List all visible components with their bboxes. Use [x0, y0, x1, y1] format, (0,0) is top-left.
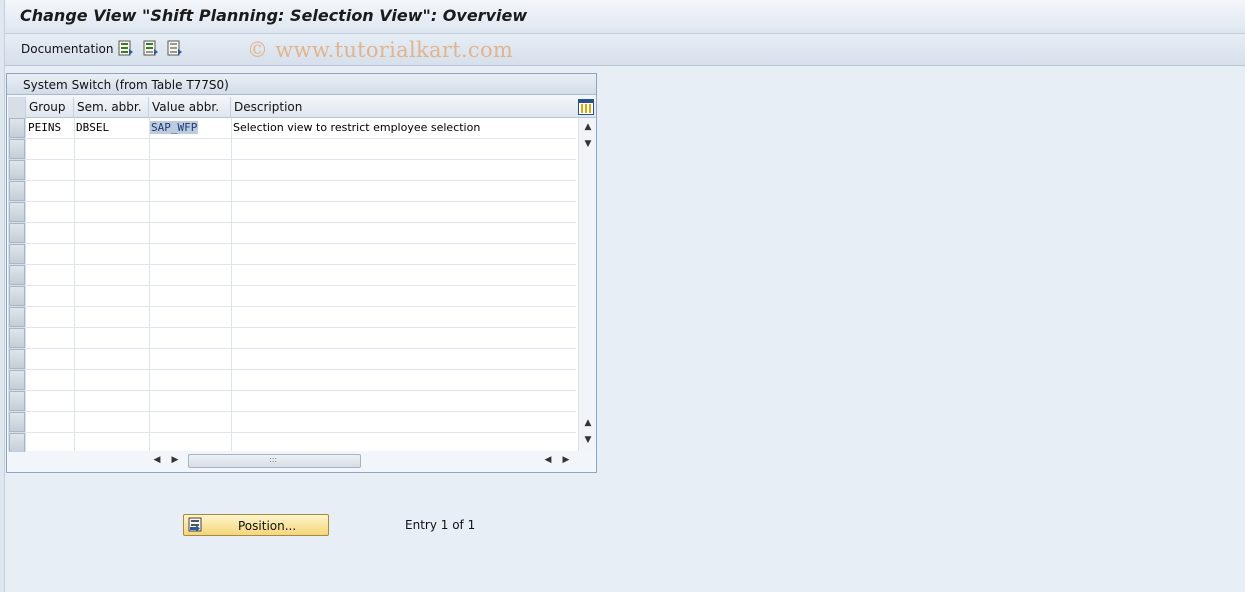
table-row [26, 391, 576, 412]
column-header-group[interactable]: Group [26, 97, 74, 118]
horizontal-scroll-thumb[interactable]: ::: [188, 454, 361, 468]
scroll-left-end-icon[interactable]: ◀ [543, 455, 553, 465]
table-control-panel: System Switch (from Table T77S0) Group S… [6, 73, 597, 473]
table-row [26, 160, 576, 181]
sap-window: Change View "Shift Planning: Selection V… [4, 0, 1245, 592]
column-header-value-abbr[interactable]: Value abbr. [149, 97, 231, 118]
select-block-icon[interactable] [143, 40, 159, 57]
table-row [26, 349, 576, 370]
row-selector[interactable] [9, 160, 25, 180]
row-selector[interactable] [9, 328, 25, 348]
scroll-up-icon[interactable]: ▲ [583, 122, 593, 132]
cell-group[interactable]: PEINS [26, 118, 74, 138]
row-selector[interactable] [9, 370, 25, 390]
select-all-rows-cell[interactable] [8, 97, 26, 118]
table-row: PEINS DBSEL SAP_WFP Selection view to restr… [26, 118, 576, 139]
page-title: Change View "Shift Planning: Selection V… [20, 6, 528, 25]
vertical-scrollbar[interactable]: ▲ ▼ ▲ ▼ [578, 118, 596, 451]
panel-title: System Switch (from Table T77S0) [23, 78, 229, 92]
row-selector[interactable] [9, 181, 25, 201]
entry-count: Entry 1 of 1 [405, 518, 476, 532]
row-selector[interactable] [9, 139, 25, 159]
row-selector[interactable] [9, 349, 25, 369]
row-selector[interactable] [9, 307, 25, 327]
column-divider [231, 118, 232, 451]
cell-description[interactable]: Selection view to restrict employee sele… [231, 118, 576, 138]
table-row [26, 265, 576, 286]
cell-sem-abbr[interactable]: DBSEL [74, 118, 149, 138]
table-row [26, 370, 576, 391]
table-header-row: Group Sem. abbr. Value abbr. Description [8, 97, 596, 118]
watermark: © www.tutorialkart.com [247, 38, 514, 62]
row-selector[interactable] [9, 244, 25, 264]
column-header-sem-abbr[interactable]: Sem. abbr. [74, 97, 149, 118]
position-icon [188, 517, 202, 532]
table-row [26, 223, 576, 244]
row-selector[interactable] [9, 412, 25, 432]
scroll-left-icon[interactable]: ◀ [152, 455, 162, 465]
column-header-description[interactable]: Description [231, 97, 576, 118]
deselect-all-icon[interactable] [167, 40, 183, 57]
scroll-page-up-icon[interactable]: ▲ [583, 418, 593, 428]
table-row [26, 139, 576, 160]
select-all-icon[interactable] [118, 40, 134, 57]
row-selector[interactable] [9, 265, 25, 285]
position-button-label: Position... [238, 519, 297, 533]
position-button[interactable]: Position... [183, 514, 329, 536]
value-abbr-input[interactable]: SAP_WFP [150, 121, 199, 134]
table-row [26, 307, 576, 328]
row-selector[interactable] [9, 202, 25, 222]
table-settings-icon[interactable] [578, 99, 594, 115]
column-divider [74, 118, 75, 451]
title-bar: Change View "Shift Planning: Selection V… [5, 0, 1245, 34]
table-row [26, 181, 576, 202]
application-toolbar: Documentation © www.tutorialkart.com [5, 34, 1245, 66]
documentation-button[interactable]: Documentation [21, 42, 114, 56]
cell-value-abbr[interactable]: SAP_WFP [149, 118, 231, 138]
table-row [26, 433, 576, 454]
row-selector[interactable] [9, 433, 25, 453]
row-selector[interactable] [9, 286, 25, 306]
row-selector[interactable] [9, 223, 25, 243]
table-row [26, 328, 576, 349]
horizontal-scrollbar[interactable]: ◀ ▶ ::: ◀ ▶ [8, 452, 596, 470]
table-grid: Group Sem. abbr. Value abbr. Description… [8, 97, 596, 454]
row-selector[interactable] [9, 118, 25, 138]
scroll-page-down-icon[interactable]: ▼ [583, 435, 593, 445]
table-row [26, 244, 576, 265]
table-row [26, 412, 576, 433]
row-selector[interactable] [9, 391, 25, 411]
scroll-right-icon[interactable]: ▶ [170, 455, 180, 465]
column-divider [149, 118, 150, 451]
table-row [26, 202, 576, 223]
panel-header: System Switch (from Table T77S0) [7, 74, 596, 95]
scroll-down-icon[interactable]: ▼ [583, 139, 593, 149]
scroll-right-end-icon[interactable]: ▶ [561, 455, 571, 465]
table-row [26, 286, 576, 307]
